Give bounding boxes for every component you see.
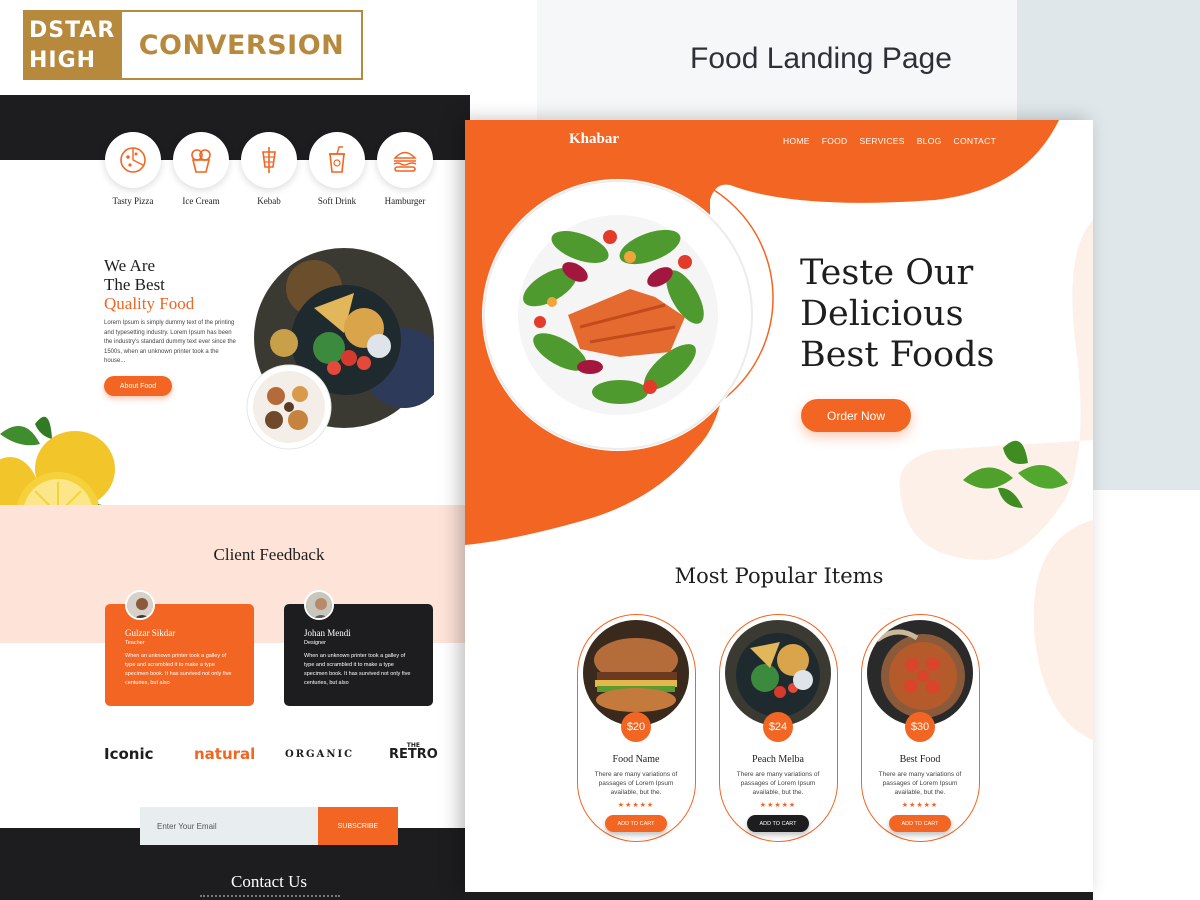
star-rating: ★★★★★ — [759, 802, 797, 809]
category-soft-drink[interactable]: Soft Drink — [309, 132, 365, 206]
logo-line-1: DSTAR — [29, 18, 116, 43]
add-to-cart-button[interactable]: ADD TO CART — [605, 815, 667, 832]
logo-line-2: HIGH — [29, 48, 97, 73]
soft-drink-icon — [329, 146, 345, 173]
about-heading: We Are The Best Quality Food — [104, 256, 194, 313]
logo-word: CONVERSION — [138, 29, 345, 61]
price-badge: $24 — [763, 712, 793, 742]
basil-leaf-icon — [963, 440, 1068, 508]
site-logo[interactable]: Khabar — [569, 131, 619, 148]
left-mockup: Tasty Pizza Ice Cream Kebab Soft Drink H… — [0, 132, 465, 845]
email-input[interactable] — [140, 807, 318, 845]
salad-plate-photo — [482, 179, 754, 451]
menu-item-card: $30 Best Food There are many variations … — [861, 614, 980, 842]
brand-logo-natural: natural — [194, 745, 256, 763]
burger-photo — [583, 620, 689, 726]
feedback-name: Johan Mendi — [304, 628, 351, 638]
ice-cream-icon — [191, 149, 211, 173]
pie-photo — [867, 620, 973, 726]
subscribe-button[interactable]: SUBSCRIBE — [318, 807, 398, 845]
contact-title: Contact Us — [230, 872, 308, 891]
price-badge: $20 — [621, 712, 651, 742]
category-label: Kebab — [257, 196, 281, 206]
star-rating: ★★★★★ — [901, 802, 939, 809]
about-food-button[interactable]: About Food — [104, 376, 172, 396]
hero-title: Teste Our Delicious Best Foods — [800, 253, 994, 376]
nav-blog[interactable]: BLOG — [917, 136, 942, 146]
nav-services[interactable]: SERVICES — [859, 136, 904, 146]
category-label: Hamburger — [384, 196, 426, 206]
avatar — [125, 590, 155, 620]
avatar — [304, 590, 334, 620]
feedback-title: Client Feedback — [213, 545, 325, 564]
item-name: Best Food — [899, 754, 941, 765]
category-kebab[interactable]: Kebab — [241, 132, 297, 206]
add-to-cart-button[interactable]: ADD TO CART — [889, 815, 951, 832]
category-label: Soft Drink — [317, 196, 357, 206]
brand-retro-word: RETRO — [389, 747, 438, 762]
feedback-card: Gulzar Sikdar Teacher When an unknown pr… — [105, 590, 254, 706]
hero-title-line-1: Teste Our — [800, 253, 974, 293]
pizza-icon — [120, 147, 146, 173]
hamburger-icon — [393, 151, 417, 172]
category-ice-cream[interactable]: Ice Cream — [173, 132, 229, 206]
brand-logo-iconic: Iconic — [104, 745, 154, 763]
bowl-photo — [725, 620, 831, 726]
about-text: Lorem Ipsum is simply dummy text of the … — [104, 320, 236, 364]
about-heading-accent: Quality Food — [104, 294, 195, 313]
item-name: Food Name — [612, 754, 660, 765]
price-badge: $30 — [905, 712, 935, 742]
item-name: Peach Melba — [752, 754, 804, 765]
nav-food[interactable]: FOOD — [822, 136, 848, 146]
menu-item-card: $24 Peach Melba There are many variation… — [719, 614, 838, 842]
feedback-text: When an unknown printer took a galley of… — [125, 653, 232, 686]
brand-logo-retro: THE RETRO — [389, 742, 438, 761]
item-description: There are many variations of passages of… — [594, 771, 678, 796]
about-heading-line-1: We Are — [104, 256, 156, 275]
category-hamburger[interactable]: Hamburger — [377, 132, 433, 206]
feedback-role: Teacher — [125, 640, 145, 646]
small-plate-photo — [246, 364, 332, 450]
right-mockup: Khabar HOME FOOD SERVICES BLOG CONTACT T… — [465, 120, 1093, 892]
feedback-text: When an unknown printer took a galley of… — [304, 653, 411, 686]
kebab-icon — [262, 147, 276, 173]
about-heading-line-2: The Best — [104, 275, 165, 294]
main-nav: HOME FOOD SERVICES BLOG CONTACT — [783, 136, 996, 146]
item-description: There are many variations of passages of… — [878, 771, 962, 796]
category-label: Tasty Pizza — [112, 196, 154, 206]
page-caption: Food Landing Page — [690, 42, 952, 75]
logo-area: DSTAR HIGH CONVERSION — [0, 0, 383, 95]
newsletter-form: SUBSCRIBE — [140, 807, 398, 845]
feedback-card: Johan Mendi Designer When an unknown pri… — [284, 590, 433, 706]
contact-text-line — [200, 895, 340, 899]
popular-items-title: Most Popular Items — [674, 564, 884, 588]
footer-bar — [465, 892, 1093, 900]
brand-logo-organic: ORGANIC — [285, 749, 355, 760]
star-rating: ★★★★★ — [617, 802, 655, 809]
category-pizza[interactable]: Tasty Pizza — [105, 132, 161, 206]
category-row: Tasty Pizza Ice Cream Kebab Soft Drink H… — [105, 132, 433, 206]
menu-item-card: $20 Food Name There are many variations … — [577, 614, 696, 842]
category-label: Ice Cream — [182, 196, 220, 206]
dstar-logo: DSTAR HIGH CONVERSION — [23, 10, 363, 80]
hero-title-line-2: Delicious — [800, 294, 964, 334]
item-description: There are many variations of passages of… — [736, 771, 820, 796]
feedback-name: Gulzar Sikdar — [125, 628, 176, 638]
order-now-button[interactable]: Order Now — [801, 399, 911, 432]
nav-contact[interactable]: CONTACT — [954, 136, 997, 146]
nav-home[interactable]: HOME — [783, 136, 810, 146]
hero-title-line-3: Best Foods — [800, 335, 995, 375]
add-to-cart-button[interactable]: ADD TO CART — [747, 815, 809, 832]
feedback-role: Designer — [304, 640, 327, 646]
